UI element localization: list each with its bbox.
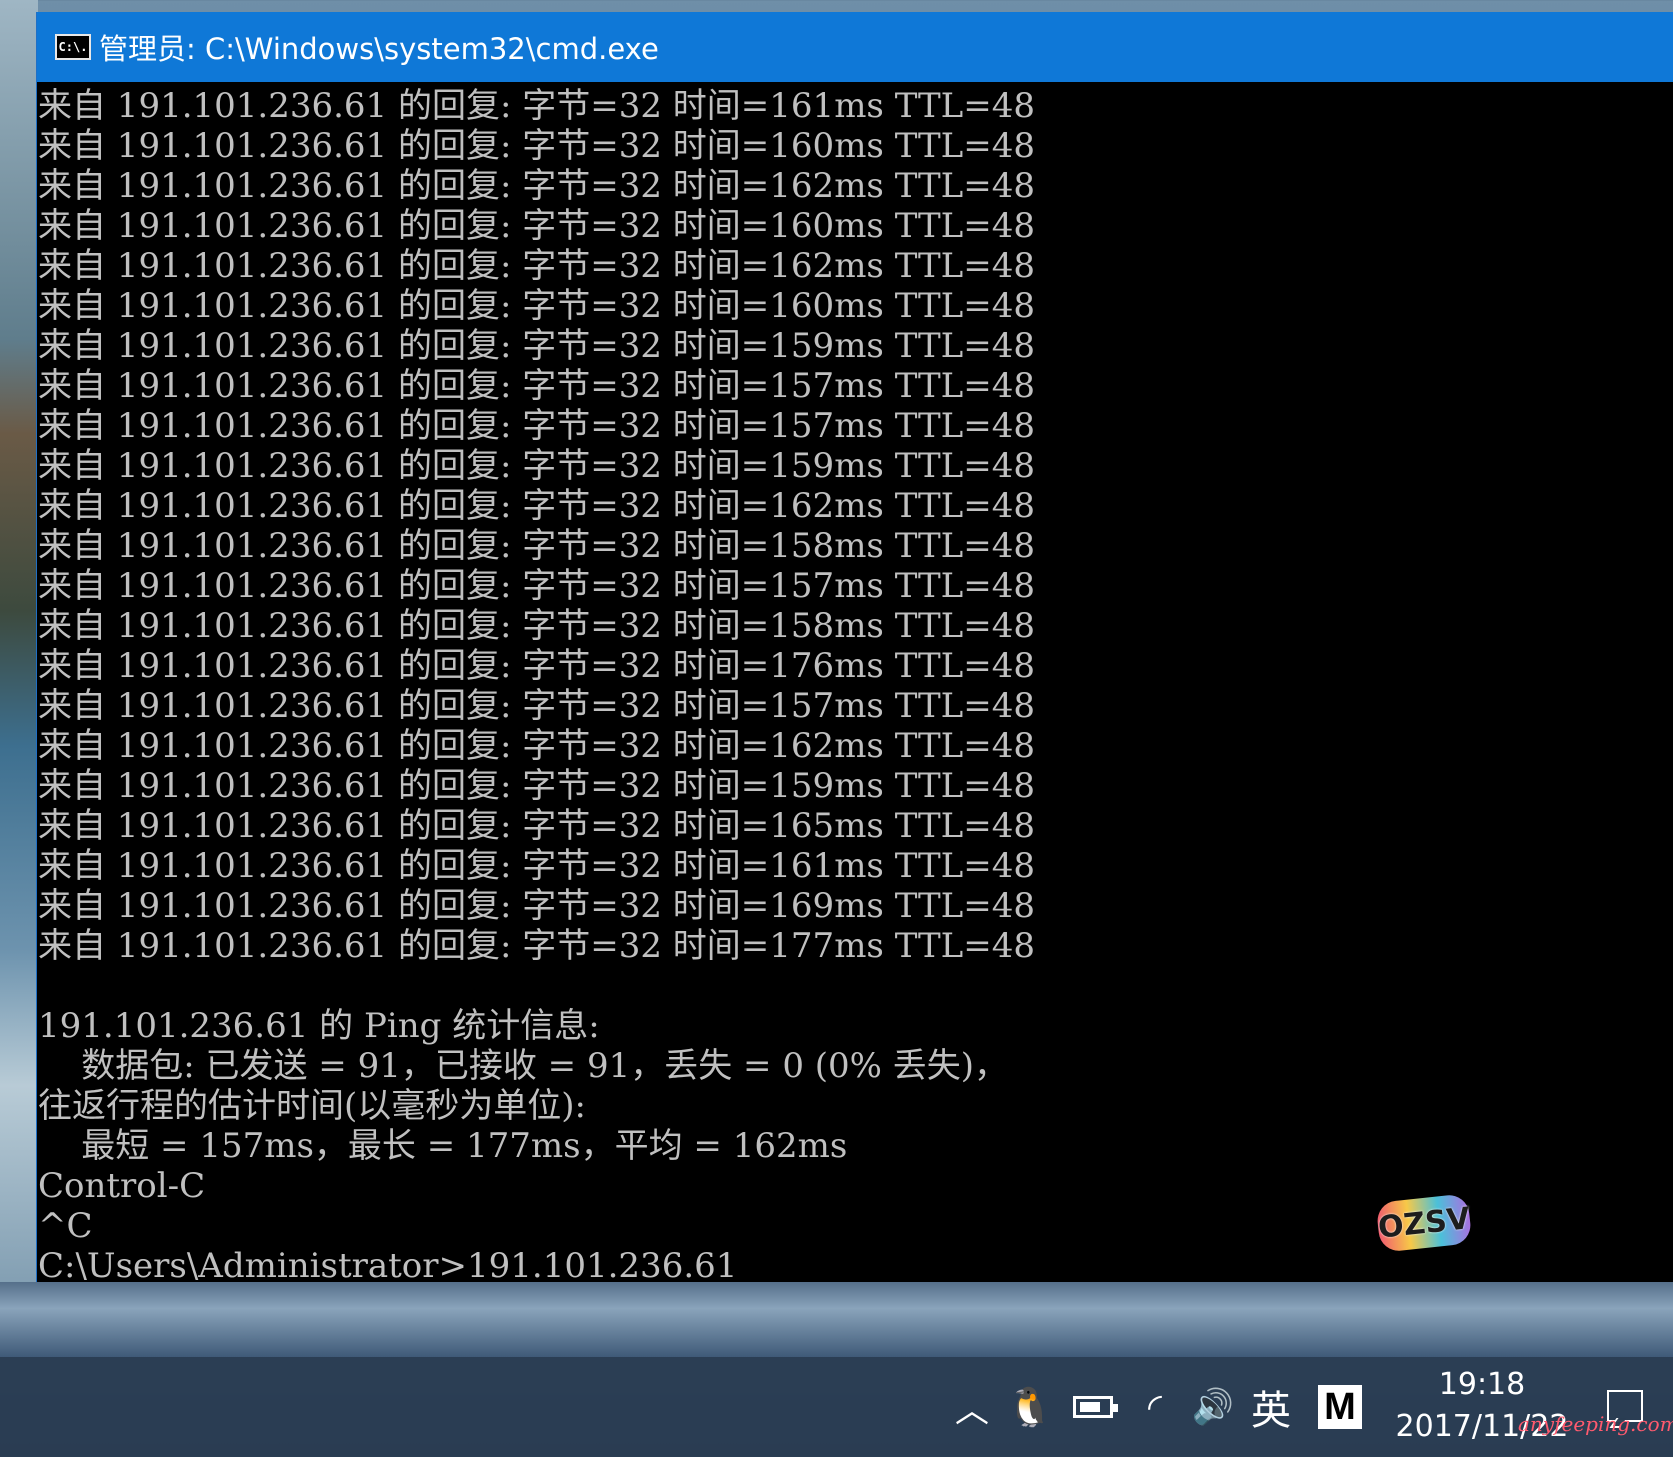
console-line: 来自 191.101.236.61 的回复: 字节=32 时间=160ms TT…	[38, 286, 1036, 326]
console-line: 来自 191.101.236.61 的回复: 字节=32 时间=162ms TT…	[38, 246, 1036, 286]
console-line: 来自 191.101.236.61 的回复: 字节=32 时间=162ms TT…	[38, 726, 1036, 766]
console-line: 来自 191.101.236.61 的回复: 字节=32 时间=160ms TT…	[38, 206, 1036, 246]
power-battery-icon[interactable]	[1068, 1357, 1118, 1457]
console-line: 来自 191.101.236.61 的回复: 字节=32 时间=157ms TT…	[38, 686, 1036, 726]
ozsv-sticker: OZSV	[1375, 1193, 1473, 1253]
console-line: 来自 191.101.236.61 的回复: 字节=32 时间=159ms TT…	[38, 766, 1036, 806]
volume-icon[interactable]: 🔊	[1188, 1357, 1238, 1457]
cmd-icon: C:\.	[55, 34, 91, 60]
console-line: 191.101.236.61 的 Ping 统计信息:	[38, 1006, 600, 1046]
console-line: 来自 191.101.236.61 的回复: 字节=32 时间=157ms TT…	[38, 366, 1036, 406]
console-line: 往返行程的估计时间(以毫秒为单位):	[38, 1086, 586, 1126]
taskbar: ︿ 🐧 ◜ 🔊 英 M 19:18 2017/11/22	[0, 1357, 1673, 1457]
desktop-wallpaper-left	[0, 0, 38, 1357]
console-line: 来自 191.101.236.61 的回复: 字节=32 时间=157ms TT…	[38, 406, 1036, 446]
console-line: 来自 191.101.236.61 的回复: 字节=32 时间=157ms TT…	[38, 566, 1036, 606]
console-line: C:\Users\Administrator>191.101.236.61	[38, 1246, 738, 1286]
console-line: 来自 191.101.236.61 的回复: 字节=32 时间=158ms TT…	[38, 526, 1036, 566]
ime-language-indicator[interactable]: 英	[1245, 1357, 1297, 1457]
console-line: 来自 191.101.236.61 的回复: 字节=32 时间=158ms TT…	[38, 606, 1036, 646]
console-line: 最短 = 157ms，最长 = 177ms，平均 = 162ms	[38, 1126, 848, 1166]
console-line: 来自 191.101.236.61 的回复: 字节=32 时间=161ms TT…	[38, 86, 1036, 126]
qq-penguin-icon[interactable]: 🐧	[1005, 1357, 1055, 1457]
console-line: 来自 191.101.236.61 的回复: 字节=32 时间=161ms TT…	[38, 846, 1036, 886]
console-line: 来自 191.101.236.61 的回复: 字节=32 时间=177ms TT…	[38, 926, 1036, 966]
console-line: 来自 191.101.236.61 的回复: 字节=32 时间=159ms TT…	[38, 446, 1036, 486]
desktop-wallpaper-bottom	[0, 1282, 1673, 1357]
cmd-window[interactable]: C:\. 管理员: C:\Windows\system32\cmd.exe 来自…	[36, 12, 1673, 1286]
console-line: 来自 191.101.236.61 的回复: 字节=32 时间=162ms TT…	[38, 486, 1036, 526]
system-clock[interactable]: 19:18 2017/11/22	[1388, 1357, 1576, 1457]
watermark-text: anyfeeping.com	[1518, 1412, 1673, 1436]
console-line: 来自 191.101.236.61 的回复: 字节=32 时间=169ms TT…	[38, 886, 1036, 926]
console-line: 数据包: 已发送 = 91，已接收 = 91，丢失 = 0 (0% 丢失)，	[38, 1046, 1009, 1086]
window-title: 管理员: C:\Windows\system32\cmd.exe	[99, 32, 659, 66]
ime-mode-indicator[interactable]: M	[1318, 1385, 1362, 1429]
console-line: 来自 191.101.236.61 的回复: 字节=32 时间=159ms TT…	[38, 326, 1036, 366]
power-battery-icon-shape	[1073, 1396, 1118, 1418]
wifi-icon[interactable]: ◜	[1132, 1357, 1178, 1457]
clock-time: 19:18	[1438, 1367, 1526, 1402]
console-output[interactable]: 来自 191.101.236.61 的回复: 字节=32 时间=161ms TT…	[37, 82, 1673, 1286]
show-hidden-icons-chevron-icon[interactable]: ︿	[950, 1357, 994, 1457]
console-line: 来自 191.101.236.61 的回复: 字节=32 时间=176ms TT…	[38, 646, 1036, 686]
window-titlebar[interactable]: C:\. 管理员: C:\Windows\system32\cmd.exe	[37, 12, 1673, 82]
console-line: 来自 191.101.236.61 的回复: 字节=32 时间=162ms TT…	[38, 166, 1036, 206]
console-line: 来自 191.101.236.61 的回复: 字节=32 时间=165ms TT…	[38, 806, 1036, 846]
console-line: 来自 191.101.236.61 的回复: 字节=32 时间=160ms TT…	[38, 126, 1036, 166]
